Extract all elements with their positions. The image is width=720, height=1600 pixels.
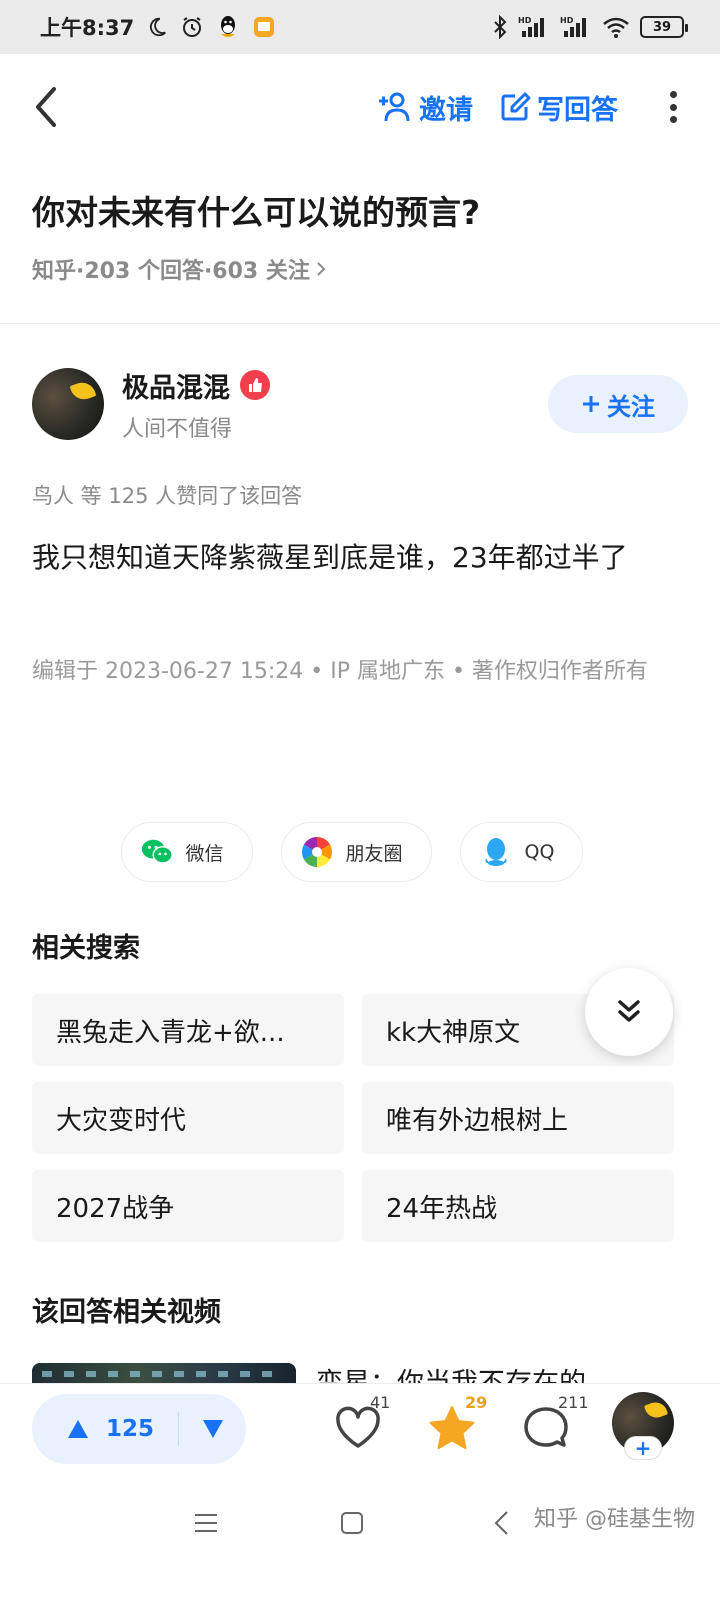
follow-button[interactable]: 关注 [548, 375, 688, 433]
back-nav-button[interactable] [482, 1503, 522, 1543]
related-video-title: 该回答相关视频 [32, 1297, 221, 1328]
related-search-item[interactable]: 黑兔走入青龙+欲... [32, 994, 344, 1066]
upvote-triangle-icon [68, 1420, 88, 1438]
related-search-item[interactable]: 2027战争 [32, 1170, 344, 1242]
author-bio: 人间不值得 [122, 416, 233, 442]
wechat-icon [140, 835, 174, 869]
hd-signal-icon: HD [518, 15, 550, 39]
related-search-grid: 黑兔走入青龙+欲... kk大神原文 大灾变时代 唯有外边根树上 2027战争 … [32, 994, 674, 1242]
related-search-item[interactable]: 唯有外边根树上 [362, 1082, 674, 1154]
share-moments-button[interactable]: 朋友圈 [280, 822, 432, 882]
downvote-triangle-icon [202, 1420, 223, 1438]
svg-text:HD: HD [560, 16, 574, 25]
menu-nav-button[interactable] [186, 1503, 226, 1543]
share-row: 微信 朋友圈 QQ [0, 822, 720, 882]
question-title[interactable]: 你对未来有什么可以说的预言? [32, 186, 480, 234]
moments-icon [300, 835, 334, 869]
alarm-icon [180, 15, 204, 39]
menu-icon [195, 1514, 217, 1532]
invite-button[interactable]: 邀请 [377, 88, 473, 127]
top-nav: 邀请 写回答 [0, 54, 720, 160]
bottom-action-bar: 125 41 29 211 + [0, 1383, 720, 1473]
more-options-button[interactable] [658, 87, 688, 127]
square-home-icon [341, 1512, 363, 1534]
thumbs-up-badge-icon [240, 370, 270, 400]
favorite-count: 29 [465, 1393, 488, 1412]
vote-pill: 125 [32, 1394, 246, 1464]
collapse-button[interactable] [585, 968, 673, 1056]
more-dot [669, 103, 677, 111]
share-qq-label: QQ [524, 841, 555, 863]
author-name[interactable]: 极品混混 [122, 366, 230, 405]
qq-notify-icon [216, 14, 240, 40]
edit-icon [501, 92, 531, 121]
related-search-item[interactable]: 大灾变时代 [32, 1082, 344, 1154]
back-arrow-icon [36, 87, 56, 127]
author-row: 极品混混 人间不值得 关注 [32, 366, 688, 442]
upvote-button[interactable]: 125 [32, 1394, 178, 1464]
app-notify-icon [252, 15, 276, 39]
invite-label: 邀请 [419, 94, 473, 126]
watermark: 知乎 @硅基生物 [534, 1507, 695, 1532]
share-qq-button[interactable]: QQ [459, 822, 584, 882]
downvote-button[interactable] [179, 1394, 246, 1464]
plus-icon[interactable]: + [624, 1436, 662, 1460]
invite-user-icon [379, 92, 410, 122]
edit-meta: 编辑于 2023-06-27 15:24 • IP 属地广东 • 著作权归作者所… [32, 659, 648, 684]
home-nav-button[interactable] [332, 1503, 372, 1543]
write-answer-button[interactable]: 写回答 [499, 88, 618, 127]
related-search-title: 相关搜索 [32, 933, 140, 964]
bluetooth-icon [492, 15, 508, 39]
divider [0, 323, 720, 324]
svg-text:HD: HD [518, 16, 532, 25]
battery-icon: 39 [640, 16, 688, 38]
share-wechat-label: 微信 [185, 842, 224, 865]
more-dot [669, 91, 677, 98]
double-chevron-down-icon [618, 1000, 640, 1022]
question-meta-text: 知乎·203 个回答·603 关注 [32, 259, 310, 284]
wifi-icon [602, 15, 630, 39]
moon-icon [146, 16, 168, 38]
question-meta[interactable]: 知乎·203 个回答·603 关注 [32, 253, 328, 285]
upvote-count: 125 [106, 1416, 155, 1442]
answer-text: 我只想知道天降紫薇星到底是谁，23年都过半了 [32, 541, 628, 574]
heart-icon [336, 1406, 380, 1448]
back-chevron-icon [494, 1511, 508, 1535]
share-wechat-button[interactable]: 微信 [120, 822, 253, 882]
write-answer-label: 写回答 [537, 94, 618, 126]
like-count: 41 [370, 1393, 391, 1412]
avatar[interactable] [32, 368, 104, 440]
status-bar: 上午8:37 HD HD 39 [0, 0, 720, 54]
back-button[interactable] [32, 77, 76, 137]
hd-signal-icon: HD [560, 15, 592, 39]
comment-count: 211 [558, 1393, 589, 1412]
qq-icon [479, 835, 513, 869]
follow-label: 关注 [607, 392, 655, 421]
more-dot [669, 116, 677, 123]
system-nav-bar: 知乎 @硅基生物 [0, 1473, 720, 1600]
share-moments-label: 朋友圈 [345, 842, 403, 865]
plus-icon [583, 396, 599, 412]
upvote-summary: 鸟人 等 125 人赞同了该回答 [32, 484, 303, 508]
chevron-right-icon [317, 262, 326, 276]
status-time: 上午8:37 [40, 16, 135, 40]
related-search-item[interactable]: 24年热战 [362, 1170, 674, 1242]
